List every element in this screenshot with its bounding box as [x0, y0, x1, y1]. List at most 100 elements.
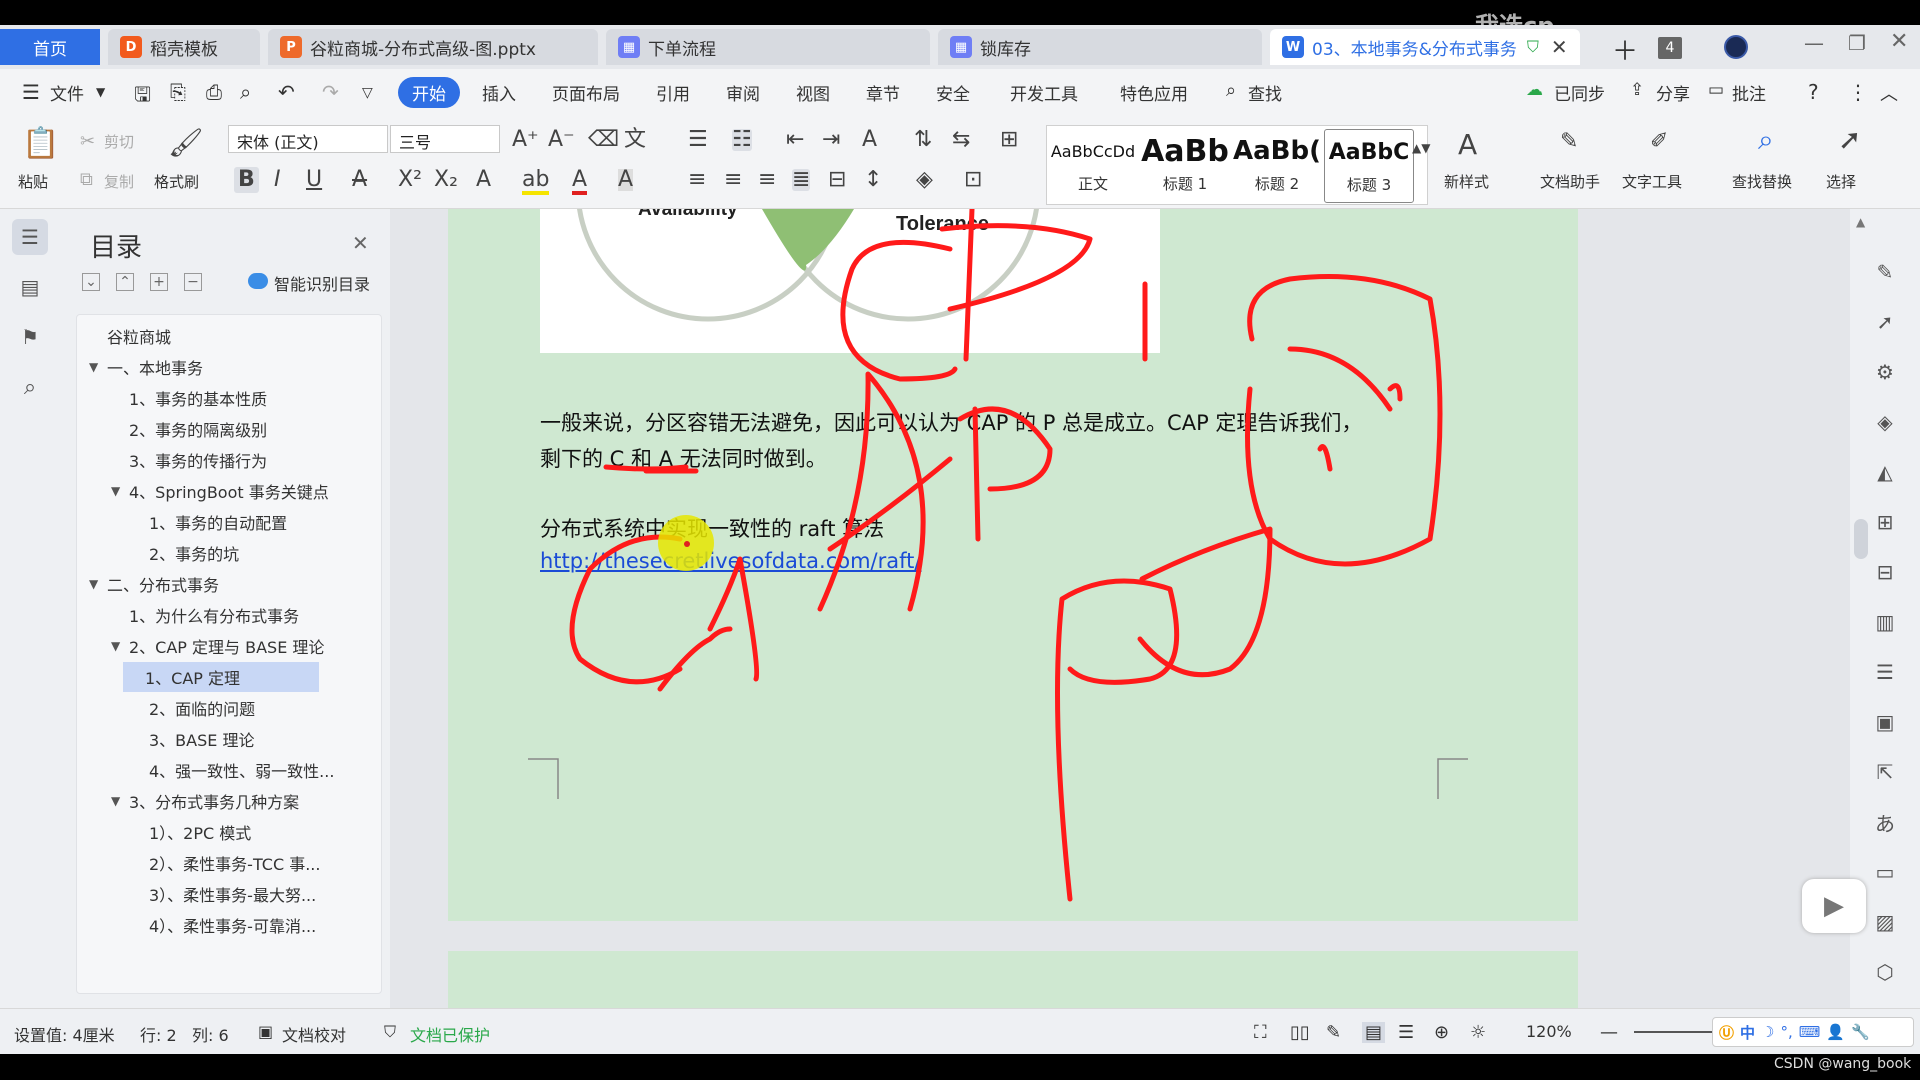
export-icon[interactable]: ⎘	[170, 80, 186, 104]
gallery-scroll-icon[interactable]: ▲▼	[1412, 137, 1430, 159]
smart-detect-button[interactable]: 智能识别目录	[274, 271, 370, 295]
select-cursor-icon[interactable]: ➚	[1838, 126, 1861, 154]
tab-home[interactable]: 首页	[0, 29, 100, 65]
menu-chapter[interactable]: 章节	[866, 80, 900, 105]
style-normal[interactable]: AaBbCcDd 正文	[1048, 129, 1138, 203]
grid-icon[interactable]: ⊟	[1870, 557, 1900, 587]
phonetic-icon[interactable]: 文	[624, 129, 646, 151]
fullscreen-icon[interactable]: ⛶	[1254, 1022, 1267, 1043]
font-name-select[interactable]: 宋体 (正文)	[228, 125, 388, 153]
align-left-icon[interactable]: ≡	[688, 169, 706, 191]
font-size-select[interactable]: 三号	[390, 125, 500, 153]
toc-item[interactable]: 2、面临的问题	[77, 693, 381, 723]
chevron-down-icon[interactable]: ▼	[89, 360, 107, 374]
table-grid-icon[interactable]: ⊞	[1000, 129, 1018, 151]
save-icon[interactable]: 🖫	[134, 80, 151, 114]
comment-button[interactable]: 批注	[1732, 80, 1766, 105]
text-direction-icon[interactable]: A	[862, 129, 877, 151]
ime-toolbar[interactable]: Ⓤ 中 ☽ °, ⌨ 👤 🔧	[1712, 1017, 1914, 1047]
format-painter-button[interactable]: 格式刷	[154, 171, 199, 192]
underline-icon[interactable]: U	[306, 169, 322, 191]
picture-icon[interactable]: ▨	[1870, 907, 1900, 937]
customize-icon[interactable]: ▽	[362, 85, 373, 101]
menu-developer[interactable]: 开发工具	[1010, 80, 1078, 105]
menu-security[interactable]: 安全	[936, 80, 970, 105]
export-side-icon[interactable]: ⇱	[1870, 757, 1900, 787]
toc-item[interactable]: ▼ 3、分布式事务几种方案	[77, 786, 381, 816]
collapse-ribbon-icon[interactable]: ︿	[1880, 80, 1898, 106]
toc-item[interactable]: 2、事务的隔离级别	[77, 414, 381, 444]
proofread-button[interactable]: 文档校对	[282, 1022, 346, 1046]
text-tools-icon[interactable]: ✐	[1650, 131, 1668, 153]
tab-lock-stock[interactable]: ▦ 锁库存	[938, 29, 1262, 65]
undo-icon[interactable]: ↶	[278, 80, 295, 104]
edit-mode-icon[interactable]: ✎	[1326, 1022, 1341, 1043]
toc-item[interactable]: 3、事务的传播行为	[77, 445, 381, 475]
font-color-icon[interactable]: A	[572, 169, 588, 195]
style-heading-1[interactable]: AaBb 标题 1	[1140, 129, 1230, 203]
find-replace-button[interactable]: 查找替换	[1732, 171, 1792, 192]
pointer-icon[interactable]: ➚	[1870, 307, 1900, 337]
new-style-icon[interactable]: A	[1458, 131, 1477, 159]
close-tab-icon[interactable]: ✕	[1551, 35, 1568, 59]
toc-item[interactable]: 4、强一致性、弱一致性...	[77, 755, 381, 785]
tab-count-badge[interactable]: 4	[1658, 37, 1682, 59]
highlight-icon[interactable]: ab	[522, 169, 550, 195]
toc-item[interactable]: ▼ 一、本地事务	[77, 352, 381, 382]
menu-file[interactable]: 文件	[50, 80, 84, 105]
borders-icon[interactable]: ⊡	[964, 169, 982, 191]
align-right-icon[interactable]: ≡	[758, 169, 776, 191]
tab-active-document[interactable]: W 03、本地事务&分布式事务 ⛉ ✕	[1270, 29, 1580, 65]
text-tools-button[interactable]: 文字工具	[1622, 171, 1682, 192]
bookmark-icon[interactable]: ⚑	[12, 319, 48, 355]
sync-status[interactable]: 已同步	[1554, 80, 1605, 105]
vertical-scrollbar[interactable]	[1854, 519, 1868, 559]
format-painter-icon[interactable]: 🖌	[168, 129, 204, 157]
writing-assistant-icon[interactable]: ✎	[1560, 131, 1578, 153]
chart-icon[interactable]: ▥	[1870, 607, 1900, 637]
chevron-down-icon[interactable]: ▼	[96, 85, 105, 99]
close-window-icon[interactable]: ✕	[1890, 29, 1908, 54]
increase-indent-icon[interactable]: ⇥	[822, 129, 840, 151]
read-mode-icon[interactable]: ▯▯	[1290, 1022, 1310, 1043]
sort-icon[interactable]: ⇅	[914, 129, 932, 151]
add-level-icon[interactable]: +	[150, 273, 168, 291]
new-style-button[interactable]: 新样式	[1444, 171, 1489, 192]
text-effect-icon[interactable]: A	[476, 169, 491, 191]
close-toc-icon[interactable]: ✕	[352, 231, 369, 255]
image-edit-icon[interactable]: ▣	[1870, 707, 1900, 737]
decrease-indent-icon[interactable]: ⇤	[786, 129, 804, 151]
web-view-icon[interactable]: ⊕	[1434, 1022, 1449, 1043]
shapes-icon[interactable]: ◈	[1870, 407, 1900, 437]
menu-search[interactable]: 查找	[1248, 80, 1282, 105]
more-icon[interactable]: ⋮	[1848, 80, 1868, 104]
copy-button[interactable]: 复制	[104, 171, 134, 192]
tab-docer-templates[interactable]: D 稻壳模板	[108, 29, 260, 65]
minimize-icon[interactable]: —	[1804, 31, 1824, 55]
find-icon[interactable]: ⌕	[12, 369, 48, 405]
char-shading-icon[interactable]: A	[618, 169, 634, 191]
share-button[interactable]: 分享	[1656, 80, 1690, 105]
translate-icon[interactable]: あ	[1870, 807, 1900, 837]
justify-icon[interactable]: ≣	[792, 169, 811, 191]
zoom-slider[interactable]	[1634, 1031, 1714, 1033]
style-heading-2[interactable]: AaBb( 标题 2	[1232, 129, 1322, 203]
menu-insert[interactable]: 插入	[482, 80, 516, 105]
style-heading-3[interactable]: AaBbC 标题 3	[1324, 129, 1414, 203]
redo-icon[interactable]: ↷	[322, 80, 339, 104]
menu-features[interactable]: 特色应用	[1120, 80, 1188, 105]
toc-item[interactable]: 谷粒商城	[77, 321, 381, 351]
help-icon[interactable]: ?	[1808, 80, 1819, 104]
menu-review[interactable]: 审阅	[726, 80, 760, 105]
toc-item[interactable]: 2）、柔性事务-TCC 事...	[77, 848, 381, 878]
toc-item[interactable]: 1、CAP 定理	[123, 662, 319, 692]
tab-order-flow[interactable]: ▦ 下单流程	[606, 29, 930, 65]
superscript-icon[interactable]: X²	[398, 169, 422, 191]
align-center-icon[interactable]: ≡	[724, 169, 742, 191]
show-marks-icon[interactable]: ⇆	[952, 129, 970, 151]
expand-up-icon[interactable]: ⌃	[116, 273, 134, 291]
paste-button[interactable]: 粘贴	[18, 171, 48, 192]
hamburger-icon[interactable]: ☰	[22, 80, 40, 104]
pages-icon[interactable]: ▤	[12, 269, 48, 305]
toc-item[interactable]: 3）、柔性事务-最大努...	[77, 879, 381, 909]
